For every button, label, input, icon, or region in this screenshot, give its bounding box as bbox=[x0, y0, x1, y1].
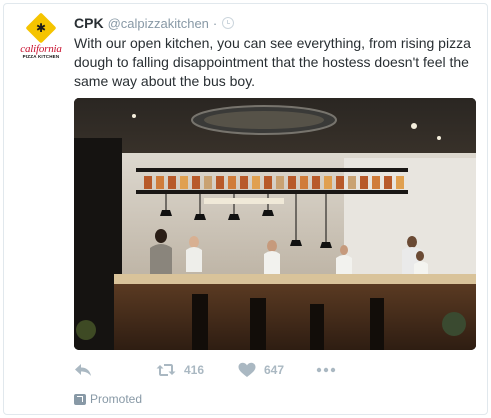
promoted-text: Promoted bbox=[90, 392, 143, 406]
heart-icon bbox=[238, 362, 256, 377]
tweet-text: With our open kitchen, you can see every… bbox=[74, 35, 471, 89]
avatar-logo-text: california bbox=[20, 43, 62, 55]
tweet-actions: 416 647 bbox=[74, 360, 374, 380]
promoted-label[interactable]: Promoted bbox=[74, 392, 142, 406]
tweet-header: CPK @calpizzakitchen · bbox=[74, 14, 473, 32]
retweet-button[interactable]: 416 bbox=[156, 360, 204, 380]
retweet-count: 416 bbox=[184, 363, 205, 377]
reply-icon bbox=[75, 364, 91, 376]
more-button[interactable] bbox=[316, 360, 336, 380]
palm-tree-icon: ✱ bbox=[25, 12, 57, 44]
avatar-logo-subtext: PIZZA KITCHEN bbox=[22, 54, 60, 59]
more-icon bbox=[316, 367, 336, 373]
avatar[interactable]: ✱ california PIZZA KITCHEN bbox=[18, 12, 64, 60]
kitchen-photo bbox=[74, 98, 476, 350]
tweet-card[interactable]: ✱ california PIZZA KITCHEN CPK @calpizza… bbox=[3, 3, 488, 415]
like-count: 647 bbox=[264, 363, 285, 377]
promoted-icon bbox=[74, 393, 86, 405]
reply-button[interactable] bbox=[74, 360, 92, 380]
author-handle[interactable]: @calpizzakitchen bbox=[108, 16, 209, 31]
tweet-photo[interactable] bbox=[74, 98, 476, 350]
author-name[interactable]: CPK bbox=[74, 15, 104, 31]
header-separator: · bbox=[212, 15, 218, 31]
like-button[interactable]: 647 bbox=[238, 360, 284, 380]
clock-icon[interactable] bbox=[222, 17, 235, 29]
retweet-icon bbox=[156, 364, 176, 376]
tweet-content: CPK @calpizzakitchen · With our open kit… bbox=[74, 14, 473, 91]
